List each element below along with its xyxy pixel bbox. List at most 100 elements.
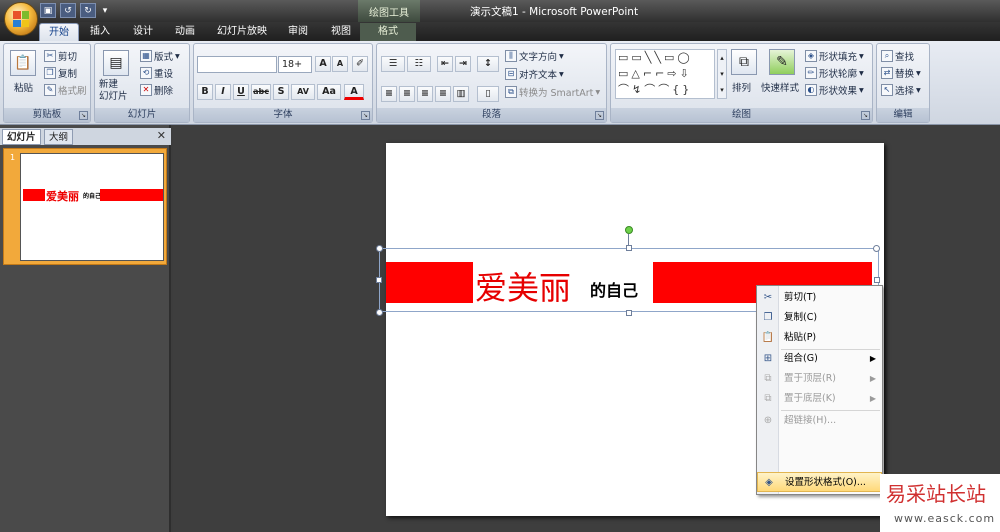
increase-indent-icon[interactable]: ⇥ [455,56,471,72]
slide-text-big[interactable]: 爱美丽 [475,263,571,309]
align-right-icon[interactable]: ≡ [417,86,433,102]
font-size-combo[interactable]: 18+ [278,56,312,73]
redo-icon[interactable]: ↻ [80,3,96,18]
tab-insert[interactable]: 插入 [84,23,116,41]
close-icon[interactable]: ✕ [157,129,166,142]
cursor-icon: ↖ [881,84,893,96]
tab-review[interactable]: 审阅 [283,23,313,41]
shape-outline-button[interactable]: ✏ 形状轮廓 ▾ [805,66,864,80]
slide-thumbnail[interactable]: 1 爱美丽 的自己 [3,148,167,265]
tab-view[interactable]: 视图 [326,23,356,41]
resize-handle-s[interactable] [626,310,632,316]
clear-format-icon[interactable]: ✐ [352,56,368,72]
bullets-icon[interactable]: ☰ [381,56,405,72]
align-center-icon[interactable]: ≡ [399,86,415,102]
shape-fill-button[interactable]: ◈ 形状填充 ▾ [805,49,864,63]
distribute-icon[interactable]: ▥ [453,86,469,102]
group-label-editing: 编辑 [877,108,929,122]
line-spacing-icon[interactable]: ↕ [477,56,499,72]
delete-slide-button[interactable]: ✕ 删除 [140,83,173,97]
tab-design[interactable]: 设计 [128,23,158,41]
rotation-handle[interactable] [625,226,633,234]
group-slides: ▤ 新建 幻灯片 ▦ 版式 ▾ ⟲ 重设 ✕ 删除 幻灯片 [94,43,190,123]
resize-handle-sw[interactable] [376,309,383,316]
tab-format[interactable]: 格式 [360,23,416,41]
columns-icon[interactable]: ▯ [477,86,499,102]
select-button[interactable]: ↖ 选择 ▾ [881,83,921,97]
tab-slideshow[interactable]: 幻灯片放映 [212,23,272,41]
replace-button[interactable]: ⇄ 替换 ▾ [881,66,921,80]
paste-icon[interactable]: 📋 [10,50,36,76]
align-left-icon[interactable]: ≡ [381,86,397,102]
justify-icon[interactable]: ≡ [435,86,451,102]
send-back-icon: ⧉ [764,393,772,404]
dialog-launcher-icon[interactable]: ↘ [79,111,88,120]
font-name-combo[interactable] [197,56,277,73]
dialog-launcher-icon[interactable]: ↘ [861,111,870,120]
underline-button[interactable]: U [233,84,249,100]
char-spacing-button[interactable]: AV [291,84,315,100]
numbering-icon[interactable]: ☷ [407,56,431,72]
resize-handle-nw[interactable] [376,245,383,252]
customize-qat-icon[interactable]: ▾ [100,3,110,18]
resize-handle-n[interactable] [626,245,632,251]
quick-access-toolbar: ▣ ↺ ↻ ▾ [40,3,110,18]
find-button[interactable]: ⌕ 查找 [881,49,914,63]
font-color-button[interactable]: A [344,84,364,100]
slide-text-small[interactable]: 的自己 [590,277,638,301]
tab-home[interactable]: 开始 [39,23,79,41]
shape-effects-button[interactable]: ◐ 形状效果 ▾ [805,83,864,97]
menu-item-cut[interactable]: ✂ 剪切(T) [757,288,882,308]
quick-styles-icon[interactable]: ✎ [769,49,795,75]
scissors-icon: ✂ [44,50,56,62]
format-painter-button[interactable]: ✎ 格式刷 [44,83,87,97]
bold-button[interactable]: B [197,84,213,100]
menu-item-format-shape[interactable]: ◈ 设置形状格式(O)... [757,472,882,492]
new-slide-button[interactable]: 新建 幻灯片 [99,79,128,103]
shrink-font-icon[interactable]: A [332,56,348,72]
text-direction-button[interactable]: ⫼ 文字方向 ▾ [505,49,564,63]
decrease-indent-icon[interactable]: ⇤ [437,56,453,72]
align-text-button[interactable]: ⊟ 对齐文本 ▾ [505,67,564,81]
italic-button[interactable]: I [215,84,231,100]
save-icon[interactable]: ▣ [40,3,56,18]
resize-handle-w[interactable] [376,277,382,283]
resize-handle-ne[interactable] [873,245,880,252]
copy-button[interactable]: ❐ 复制 [44,66,77,80]
dialog-launcher-icon[interactable]: ↘ [361,111,370,120]
reset-button[interactable]: ⟲ 重设 [140,66,173,80]
menu-item-copy[interactable]: ❐ 复制(C) [757,308,882,328]
menu-item-bring-to-front[interactable]: ⧉ 置于顶层(R) ▶ [757,369,882,389]
tab-outline[interactable]: 大纲 [44,129,74,145]
tab-slides[interactable]: 幻灯片 [2,129,41,145]
layout-button[interactable]: ▦ 版式 ▾ [140,49,180,63]
layout-icon: ▦ [140,50,152,62]
undo-icon[interactable]: ↺ [60,3,76,18]
office-button[interactable] [4,2,38,36]
grow-font-icon[interactable]: A [315,56,331,72]
menu-item-send-to-back[interactable]: ⧉ 置于底层(K) ▶ [757,389,882,409]
shadow-button[interactable]: S [273,84,289,100]
contextual-tools-label: 绘图工具 [358,0,420,22]
menu-item-paste[interactable]: 📋 粘贴(P) [757,328,882,348]
menu-item-hyperlink[interactable]: ⊕ 超链接(H)... [757,411,882,431]
change-case-button[interactable]: Aa [317,84,341,100]
menu-item-group[interactable]: ⊞ 组合(G) ▶ [757,349,882,369]
pane-tabs: 幻灯片 大纲 ✕ [0,128,171,145]
arrange-button[interactable]: 排列 [732,80,751,94]
tab-animations[interactable]: 动画 [170,23,200,41]
convert-smartart-button[interactable]: ⧉ 转换为 SmartArt ▾ [505,85,600,99]
arrange-icon[interactable]: ⧉ [731,49,757,75]
new-slide-icon[interactable]: ▤ [103,50,129,76]
shapes-gallery[interactable]: ▭▭╲╲▭◯ ▭△⌐⌐⇨⇩ ⌒↯⌒⌒{} [615,49,715,99]
cut-button[interactable]: ✂ 剪切 [44,49,77,63]
paste-button[interactable]: 粘贴 [14,80,33,94]
dialog-launcher-icon[interactable]: ↘ [595,111,604,120]
submenu-arrow-icon: ▶ [869,374,876,383]
gallery-scroll[interactable]: ▴ ▾ ▾ [717,49,727,99]
reset-icon: ⟲ [140,67,152,79]
strikethrough-button[interactable]: abc [251,84,271,100]
quick-styles-button[interactable]: 快速样式 [761,80,799,94]
resize-handle-e[interactable] [874,277,880,283]
group-label-clipboard: 剪贴板 [4,108,90,122]
